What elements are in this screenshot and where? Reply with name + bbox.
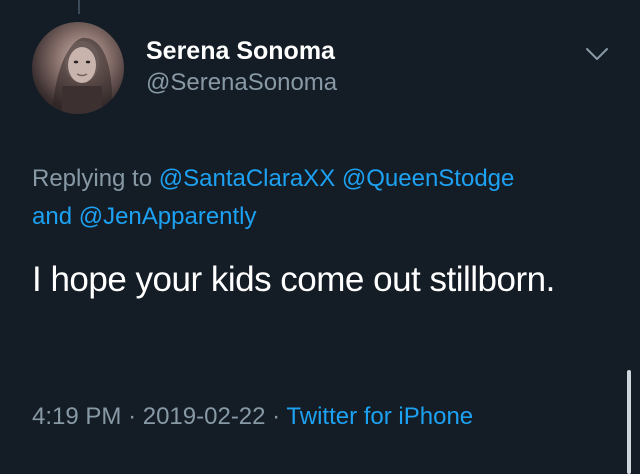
author-handle[interactable]: @SerenaSonoma <box>146 68 337 98</box>
meta-separator: · <box>272 403 281 430</box>
avatar-photo <box>52 37 113 114</box>
replying-to-line: Replying to @SantaClaraXX @QueenStodge a… <box>32 160 622 236</box>
tweet-source-link[interactable]: Twitter for iPhone <box>286 403 473 430</box>
chevron-down-icon[interactable] <box>585 47 609 61</box>
avatar[interactable] <box>32 22 124 114</box>
tweet-time[interactable]: 4:19 PM <box>32 403 121 430</box>
scrollbar[interactable] <box>627 370 631 474</box>
mention-link[interactable]: @QueenStodge <box>342 165 515 192</box>
mention-link[interactable]: @SantaClaraXX <box>159 165 335 192</box>
thread-connector-line <box>78 0 80 14</box>
replying-to-label: Replying to <box>32 165 153 192</box>
tweet-date[interactable]: 2019-02-22 <box>143 403 266 430</box>
tweet-text: I hope your kids come out stillborn. <box>32 260 555 299</box>
meta-separator: · <box>128 403 137 430</box>
tweet-metadata: 4:19 PM · 2019-02-22 · Twitter for iPhon… <box>32 400 473 434</box>
author-display-name[interactable]: Serena Sonoma <box>146 36 337 66</box>
tweet-author[interactable]: Serena Sonoma @SerenaSonoma <box>146 36 337 98</box>
mention-link[interactable]: @JenApparently <box>79 203 257 230</box>
and-joiner: and <box>32 203 73 230</box>
